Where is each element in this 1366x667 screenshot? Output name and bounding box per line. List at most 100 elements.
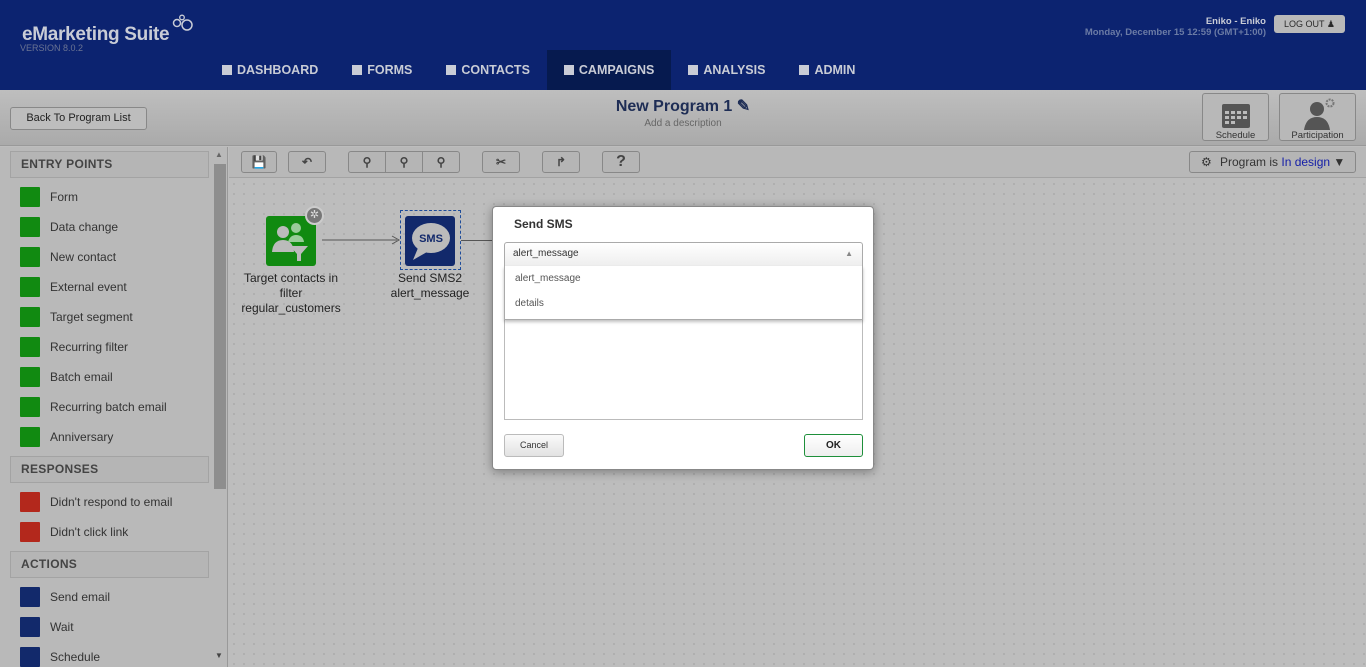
zoom-out-button[interactable]: ⚲ bbox=[422, 151, 460, 173]
participation-button[interactable]: Participation bbox=[1279, 93, 1356, 141]
user-name: Eniko - Eniko bbox=[1205, 16, 1266, 27]
zoom-out-icon: ⚲ bbox=[436, 155, 446, 169]
sidebar-item-form[interactable]: Form bbox=[0, 182, 227, 212]
send-sms-title: Send SMS2 bbox=[397, 271, 463, 285]
sidebar-item-label: Schedule bbox=[50, 650, 101, 664]
program-title[interactable]: New Program 1 ✎ bbox=[0, 96, 1366, 116]
connector-button[interactable]: ↱ bbox=[542, 151, 580, 173]
program-status-dropdown[interactable]: ⚙ Program is In design ▼ bbox=[1189, 151, 1356, 173]
nav-label: ADMIN bbox=[814, 63, 856, 77]
bar-chart-icon bbox=[688, 65, 699, 75]
nav-campaigns[interactable]: CAMPAIGNS bbox=[546, 50, 672, 90]
sidebar-item-recurring-filter[interactable]: Recurring filter bbox=[0, 332, 227, 362]
logout-button[interactable]: LOG OUT ♟ bbox=[1274, 15, 1345, 33]
scroll-down-icon[interactable]: ▼ bbox=[215, 651, 223, 660]
form-icon bbox=[20, 187, 40, 207]
cancel-button[interactable]: Cancel bbox=[504, 434, 564, 457]
scroll-up-icon[interactable]: ▲ bbox=[215, 150, 223, 159]
sidebar-item-didn-t-respond-to-email[interactable]: Didn't respond to email bbox=[0, 487, 227, 517]
sidebar-scrollbar[interactable]: ▲ ▼ bbox=[213, 150, 226, 660]
zoom-in-icon: ⚲ bbox=[399, 155, 409, 169]
nav-admin[interactable]: ADMIN bbox=[782, 50, 872, 90]
node-settings-icon[interactable]: ✲ bbox=[305, 206, 324, 225]
nav-label: CONTACTS bbox=[461, 63, 530, 77]
caret-up-icon: ▲ bbox=[845, 249, 853, 258]
magnifier-icon: ⚲ bbox=[362, 155, 372, 169]
send-sms-label: Send SMS2 alert_message bbox=[375, 271, 485, 301]
person-gear-icon bbox=[1304, 98, 1335, 130]
document-icon bbox=[563, 65, 574, 75]
sidebar-item-external-event[interactable]: External event bbox=[0, 272, 227, 302]
status-prefix: Program is bbox=[1220, 155, 1279, 169]
ok-button[interactable]: OK bbox=[804, 434, 863, 457]
send-email-icon bbox=[20, 587, 40, 607]
send-sms-dialog: Send SMS alert_message ▲ alert_message de… bbox=[492, 206, 874, 470]
nav-label: FORMS bbox=[367, 63, 413, 77]
save-button[interactable]: 💾 bbox=[241, 151, 277, 173]
dialog-title: Send SMS bbox=[514, 217, 573, 231]
sidebar-item-target-segment[interactable]: Target segment bbox=[0, 302, 227, 332]
section-actions: ACTIONS bbox=[10, 551, 209, 578]
option-alert-message[interactable]: alert_message bbox=[505, 266, 862, 291]
help-button[interactable]: ? bbox=[602, 151, 640, 173]
message-dropdown-list: alert_message details bbox=[504, 266, 863, 320]
sidebar-item-new-contact[interactable]: New contact bbox=[0, 242, 227, 272]
sms-icon-text: SMS bbox=[419, 233, 443, 245]
gear-icon: ⚙ bbox=[1201, 155, 1212, 169]
scissors-icon: ✂ bbox=[495, 155, 507, 169]
nav-label: DASHBOARD bbox=[237, 63, 319, 77]
sidebar-item-label: Data change bbox=[50, 220, 119, 234]
wait-icon bbox=[20, 617, 40, 637]
send-sms-message: alert_message bbox=[390, 286, 470, 300]
sidebar-item-data-change[interactable]: Data change bbox=[0, 212, 227, 242]
grid-icon bbox=[222, 65, 232, 75]
datetime: Monday, December 15 12:59 (GMT+1:00) bbox=[1084, 27, 1266, 38]
nav-contacts[interactable]: CONTACTS bbox=[429, 50, 547, 90]
schedule-label: Schedule bbox=[1215, 130, 1256, 141]
sidebar-item-wait[interactable]: Wait bbox=[0, 612, 227, 642]
nav-label: CAMPAIGNS bbox=[578, 63, 655, 77]
user-info: Eniko - Eniko Monday, December 15 12:59 (… bbox=[1085, 16, 1266, 38]
zoom-in-button[interactable]: ⚲ bbox=[385, 151, 423, 173]
sidebar-item-label: Batch email bbox=[50, 370, 113, 384]
external-event-icon bbox=[20, 277, 40, 297]
section-responses: RESPONSES bbox=[10, 456, 209, 483]
nav-label: ANALYSIS bbox=[703, 63, 766, 77]
sidebar-item-label: Target segment bbox=[50, 310, 133, 324]
batch-email-icon bbox=[20, 367, 40, 387]
pencil-icon[interactable]: ✎ bbox=[737, 98, 750, 115]
sidebar-item-label: Recurring batch email bbox=[50, 400, 167, 414]
scrollbar-thumb[interactable] bbox=[214, 164, 226, 489]
nav-forms[interactable]: FORMS bbox=[335, 50, 429, 90]
sidebar-item-send-email[interactable]: Send email bbox=[0, 582, 227, 612]
zoom-reset-button[interactable]: ⚲ bbox=[348, 151, 386, 173]
selected-value: alert_message bbox=[513, 248, 579, 259]
sidebar-item-label: External event bbox=[50, 280, 127, 294]
sidebar-item-label: Anniversary bbox=[50, 430, 114, 444]
section-entry: ENTRY POINTS bbox=[10, 151, 209, 178]
schedule-icon bbox=[20, 647, 40, 667]
logout-label: LOG OUT bbox=[1284, 19, 1325, 29]
sms-bubble-icon: SMS bbox=[412, 223, 450, 260]
schedule-button[interactable]: Schedule bbox=[1202, 93, 1269, 141]
sidebar-item-label: Form bbox=[50, 190, 78, 204]
option-details[interactable]: details bbox=[505, 291, 862, 316]
sidebar-item-recurring-batch-email[interactable]: Recurring batch email bbox=[0, 392, 227, 422]
user-icon: ♟ bbox=[1326, 19, 1335, 29]
message-select[interactable]: alert_message ▲ bbox=[504, 242, 863, 266]
sidebar-item-batch-email[interactable]: Batch email bbox=[0, 362, 227, 392]
sidebar-item-label: New contact bbox=[50, 250, 117, 264]
gear-icon bbox=[799, 65, 810, 75]
program-description[interactable]: Add a description bbox=[0, 118, 1366, 129]
nav-dashboard[interactable]: DASHBOARD bbox=[205, 50, 335, 90]
revert-button[interactable]: ↶ bbox=[288, 151, 326, 173]
new-contact-icon bbox=[20, 247, 40, 267]
sidebar-item-schedule[interactable]: Schedule bbox=[0, 642, 227, 667]
sidebar-item-didn-t-click-link[interactable]: Didn't click link bbox=[0, 517, 227, 547]
didn-t-respond-to-email-icon bbox=[20, 492, 40, 512]
revert-icon: ↶ bbox=[301, 155, 313, 169]
sidebar-item-anniversary[interactable]: Anniversary bbox=[0, 422, 227, 452]
cut-button[interactable]: ✂ bbox=[482, 151, 520, 173]
nav-analysis[interactable]: ANALYSIS bbox=[671, 50, 782, 90]
send-sms-node[interactable]: SMS bbox=[405, 216, 455, 266]
